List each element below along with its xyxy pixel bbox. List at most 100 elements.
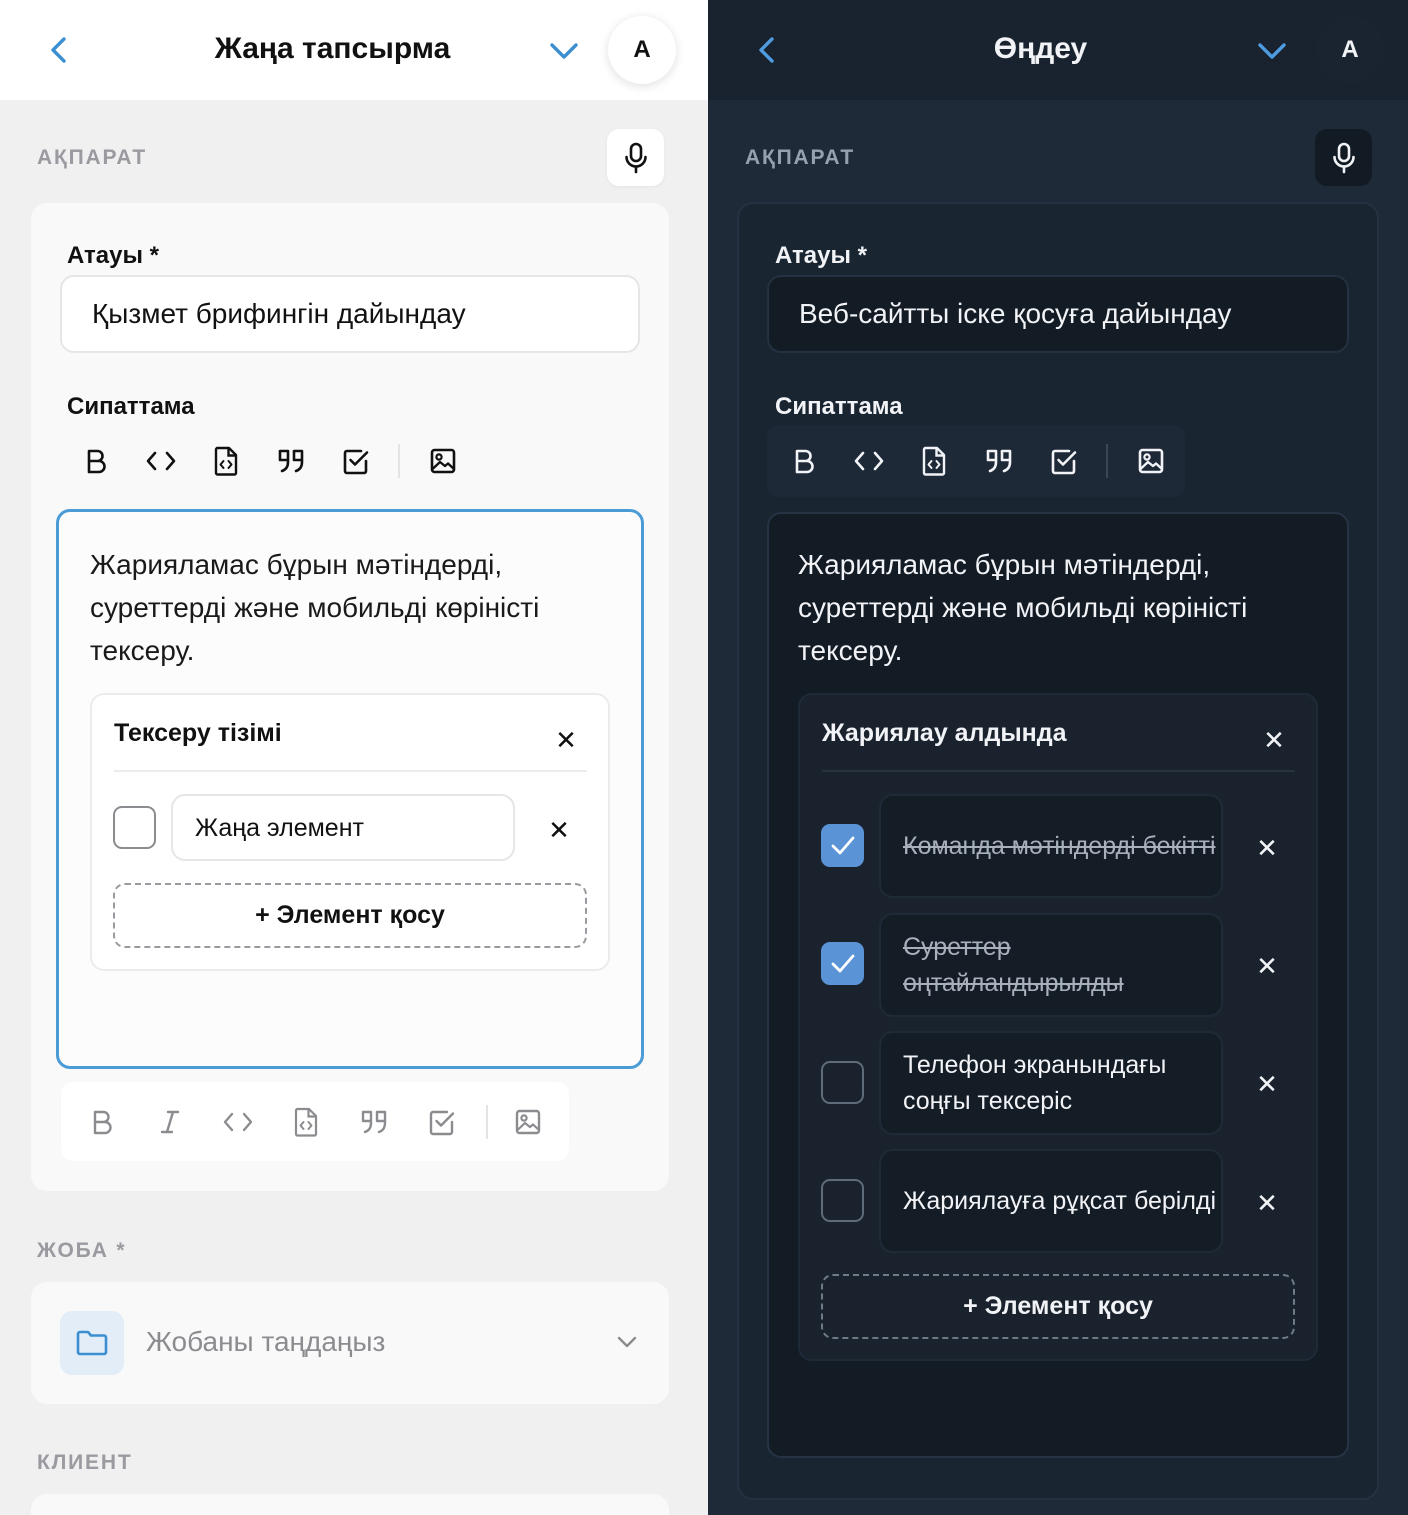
code-icon xyxy=(854,451,883,471)
quote-button[interactable] xyxy=(966,431,1031,491)
checklist-item-input[interactable]: Телефон экранындағы соңғы тексеріс xyxy=(879,1031,1223,1135)
bold-button[interactable] xyxy=(63,431,128,491)
bold-icon xyxy=(87,449,106,474)
title-label: Атауы * xyxy=(775,242,867,269)
remove-item-button[interactable]: ✕ xyxy=(1252,835,1282,861)
section-info-label: АҚПАРАТ xyxy=(37,146,147,169)
checklist-item-checkbox-checked[interactable] xyxy=(821,824,864,867)
checklist-item-checkbox[interactable] xyxy=(821,1061,864,1104)
bold-button[interactable] xyxy=(771,431,836,491)
chevron-down-icon xyxy=(617,1336,637,1348)
checklist-title[interactable]: Жариялау алдында xyxy=(822,719,1067,748)
code-block-button[interactable] xyxy=(272,1082,340,1161)
close-icon: ✕ xyxy=(1256,951,1278,981)
quote-button[interactable] xyxy=(258,431,323,491)
remove-item-button[interactable]: ✕ xyxy=(1252,953,1282,979)
checkbox-icon xyxy=(1051,449,1076,475)
check-icon xyxy=(831,836,854,854)
quote-button[interactable] xyxy=(340,1082,408,1161)
folder-badge xyxy=(60,1311,124,1375)
formatting-toolbar xyxy=(771,431,1183,491)
description-text[interactable]: Жарияламас бұрын мәтіндерді, суреттерді … xyxy=(90,543,610,672)
close-icon: ✕ xyxy=(1256,1188,1278,1218)
title-input[interactable]: Веб-сайтты іске қосуға дайындау xyxy=(767,275,1349,353)
quote-icon xyxy=(278,449,303,473)
remove-checklist-button[interactable]: ✕ xyxy=(551,727,581,753)
image-icon xyxy=(515,1109,541,1134)
voice-input-button[interactable] xyxy=(1315,129,1372,186)
checklist-item-checkbox-checked[interactable] xyxy=(821,942,864,985)
toolbar-divider xyxy=(398,444,400,478)
remove-item-button[interactable]: ✕ xyxy=(1252,1071,1282,1097)
checklist-divider xyxy=(822,770,1295,772)
code-file-icon xyxy=(922,446,945,476)
chevron-left-icon xyxy=(759,37,774,63)
section-info-label: АҚПАРАТ xyxy=(745,146,855,169)
checklist-item-input[interactable]: Команда мәтіндерді бекітті xyxy=(879,794,1223,898)
quote-icon xyxy=(986,449,1011,473)
checklist-item-input[interactable]: Суреттер оңтайландырылды xyxy=(879,913,1223,1017)
close-icon: ✕ xyxy=(548,815,570,845)
italic-button[interactable] xyxy=(136,1082,204,1161)
title-dropdown-button[interactable] xyxy=(1256,38,1288,64)
checklist-item-checkbox[interactable] xyxy=(821,1179,864,1222)
project-placeholder: Жобаны таңдаңыз xyxy=(146,1326,386,1357)
code-button[interactable] xyxy=(836,431,901,491)
toolbar-divider xyxy=(486,1104,488,1139)
title-dropdown-button[interactable] xyxy=(548,38,580,64)
bottom-formatting-toolbar xyxy=(61,1082,569,1161)
description-text[interactable]: Жарияламас бұрын мәтіндерді, суреттерді … xyxy=(798,543,1318,672)
checklist-item-input[interactable]: Жаңа элемент xyxy=(171,794,515,861)
image-button[interactable] xyxy=(498,1082,558,1161)
image-button[interactable] xyxy=(410,431,475,491)
code-block-button[interactable] xyxy=(901,431,966,491)
code-icon xyxy=(223,1112,253,1131)
checklist-item-checkbox[interactable] xyxy=(113,806,156,849)
add-item-button[interactable]: + Элемент қосу xyxy=(821,1274,1295,1339)
title-label: Атауы * xyxy=(67,242,159,269)
add-item-button[interactable]: + Элемент қосу xyxy=(113,883,587,948)
close-icon: ✕ xyxy=(1263,725,1285,755)
dark-panel: Өңдеу А АҚПАРАТ Атауы * Веб-сайтты іске … xyxy=(708,0,1408,1515)
avatar[interactable]: А xyxy=(1316,16,1384,84)
code-file-icon xyxy=(214,446,237,476)
project-dropdown-arrow xyxy=(614,1331,640,1353)
checklist-button[interactable] xyxy=(323,431,388,491)
page-title: Өңдеу xyxy=(993,32,1088,65)
description-label: Сипаттама xyxy=(775,393,903,420)
checklist-title[interactable]: Тексеру тізімі xyxy=(114,719,282,748)
checkbox-icon xyxy=(343,449,368,475)
chevron-left-icon xyxy=(51,37,66,63)
bold-button[interactable] xyxy=(68,1082,136,1161)
section-client-label: КЛИЕНТ xyxy=(37,1451,133,1474)
check-icon xyxy=(831,954,854,972)
title-input[interactable]: Қызмет брифингін дайындау xyxy=(60,275,640,353)
remove-item-button[interactable]: ✕ xyxy=(1252,1190,1282,1216)
quote-icon xyxy=(361,1110,387,1133)
avatar[interactable]: А xyxy=(608,16,676,84)
code-block-button[interactable] xyxy=(193,431,258,491)
close-icon: ✕ xyxy=(1256,833,1278,863)
code-icon xyxy=(146,451,175,471)
code-button[interactable] xyxy=(128,431,193,491)
image-icon xyxy=(430,448,455,474)
microphone-icon xyxy=(624,142,647,173)
remove-checklist-button[interactable]: ✕ xyxy=(1259,727,1289,753)
bold-icon xyxy=(93,1110,112,1134)
checklist-item-input[interactable]: Жариялауға рұқсат берілді xyxy=(879,1149,1223,1253)
back-button[interactable] xyxy=(45,35,73,65)
light-panel: Жаңа тапсырма А АҚПАРАТ Атауы * Қызмет б… xyxy=(0,0,708,1515)
section-project-label: ЖОБА * xyxy=(37,1239,127,1262)
image-icon xyxy=(1138,448,1163,474)
client-select[interactable] xyxy=(31,1494,669,1515)
checklist-button[interactable] xyxy=(1031,431,1096,491)
code-file-icon xyxy=(294,1107,318,1137)
checklist-button[interactable] xyxy=(408,1082,476,1161)
remove-item-button[interactable]: ✕ xyxy=(544,817,574,843)
back-button[interactable] xyxy=(753,35,781,65)
image-button[interactable] xyxy=(1118,431,1183,491)
code-button[interactable] xyxy=(204,1082,272,1161)
page-title: Жаңа тапсырма xyxy=(214,32,451,65)
checkbox-icon xyxy=(429,1110,455,1135)
voice-input-button[interactable] xyxy=(607,129,664,186)
